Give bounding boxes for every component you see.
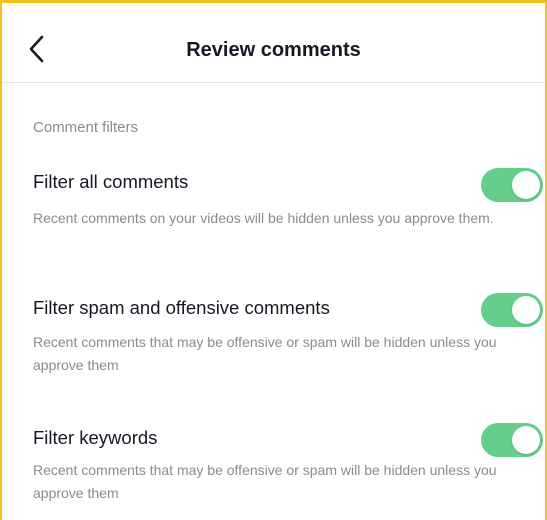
toggle-knob [512,296,540,324]
setting-title: Filter spam and offensive comments [33,297,330,318]
setting-title: Filter all comments [33,171,189,192]
header-bar: Review comments [2,3,545,83]
section-label: Comment filters [33,119,139,136]
filter-all-comments-toggle[interactable] [481,168,543,202]
setting-description: Recent comments that may be offensive or… [33,462,497,501]
filter-keywords-toggle[interactable] [481,423,543,457]
toggle-knob [512,171,540,199]
setting-filter-keywords: Filter keywords Recent comments that may… [33,423,543,507]
page-title: Review comments [186,39,361,61]
screen: Review comments Comment filters Filter a… [0,0,547,520]
setting-title: Filter keywords [33,427,158,448]
setting-filter-all-comments: Filter all comments Recent comments on y… [33,168,543,251]
toggle-knob [512,426,540,454]
setting-description: Recent comments on your videos will be h… [33,210,494,226]
setting-filter-spam: Filter spam and offensive comments Recen… [33,293,543,377]
setting-description: Recent comments that may be offensive or… [33,334,497,373]
filter-spam-toggle[interactable] [481,293,543,327]
